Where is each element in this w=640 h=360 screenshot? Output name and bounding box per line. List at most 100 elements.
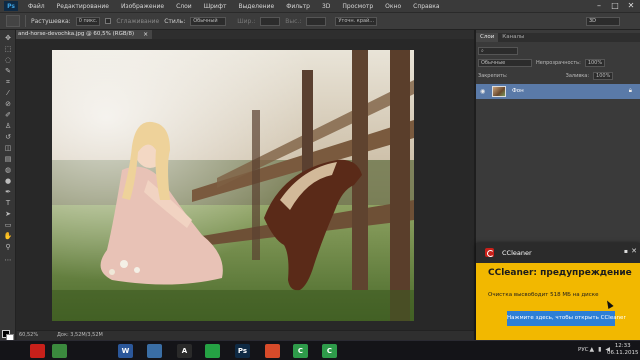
notification-title: CCleaner: предупреждение [488,268,632,278]
blur-tool-icon[interactable]: ◍ [3,166,13,175]
pin-icon[interactable]: ▪ [624,248,628,255]
style-label: Стиль: [164,17,186,25]
path-select-tool-icon[interactable]: ➤ [3,210,13,219]
brush-tool-icon[interactable]: ✐ [3,111,13,120]
layer-row-background[interactable]: ◉ Фон 🔒︎ [476,84,640,99]
close-icon[interactable]: ✕ [631,247,637,255]
move-tool-icon[interactable]: ✥ [3,34,13,43]
eraser-tool-icon[interactable]: ◫ [3,144,13,153]
window-controls: – □ ✕ [594,1,636,11]
menu-type[interactable]: Шрифт [198,3,233,10]
document-tab[interactable]: and-horse-devochka.jpg @ 60,5% (RGB/8) × [16,30,153,39]
quick-select-tool-icon[interactable]: ✎ [3,67,13,76]
gradient-tool-icon[interactable]: ▤ [3,155,13,164]
ccleaner-icon[interactable] [30,344,45,358]
language-indicator[interactable]: РУС [578,347,589,353]
word-icon[interactable]: W [118,344,133,358]
fill-input[interactable]: 100% [593,71,614,80]
camtasia-icon[interactable]: C [293,344,308,358]
layer-name: Фон [512,88,524,94]
pen-tool-icon[interactable]: ✒ [3,188,13,197]
menu-select[interactable]: Выделение [232,3,280,10]
photoshop-icon[interactable]: Ps [235,344,250,358]
open-ccleaner-button[interactable]: Нажмите здесь, чтобы открыть CCleaner [507,311,626,326]
maps-icon[interactable] [147,344,162,358]
mouse-cursor-icon [604,299,614,309]
whatsapp-icon[interactable] [205,344,220,358]
antialias-label: Сглаживание [116,17,160,25]
menu-file[interactable]: Файл [22,3,51,10]
menu-view[interactable]: Просмотр [336,3,379,10]
chrome-alt-icon[interactable] [265,344,280,358]
ccleaner-icon [485,248,494,257]
crop-tool-icon[interactable]: ⌗ [3,78,13,87]
options-bar: Растушевка: 0 пикс. Сглаживание Стиль: О… [0,12,640,30]
lasso-tool-icon[interactable]: ◌ [3,56,13,65]
opacity-input[interactable]: 100% [584,58,606,67]
minimize-icon[interactable]: – [594,1,604,11]
menu-bar: Ps Файл Редактирование Изображение Слои … [0,0,640,12]
clock[interactable]: 12:33 06.11.2015 [607,343,639,357]
close-tab-icon[interactable]: × [143,30,148,39]
type-tool-icon[interactable]: T [3,199,13,208]
canvas-area[interactable] [17,39,474,330]
document-size: Док: 3,52М/3,52М [57,332,103,338]
network-icon[interactable]: ▮ [598,346,601,353]
notification-message: Очистка высвободит 518 МБ на диске [488,292,599,298]
clock-date: 06.11.2015 [607,350,639,356]
more-tools-icon[interactable]: ⋯ [3,256,13,265]
healing-brush-tool-icon[interactable]: ⊘ [3,100,13,109]
layer-filter-select[interactable]: ⌕ [478,46,518,55]
menu-window[interactable]: Окно [379,3,407,10]
tab-layers[interactable]: Слои [476,33,499,42]
height-input[interactable] [306,16,327,26]
tray-arrow-icon[interactable]: ▲ [589,346,594,353]
refine-edge-button[interactable]: Уточн. край... [335,16,378,26]
menu-image[interactable]: Изображение [115,3,170,10]
divider [25,15,26,27]
close-icon[interactable]: ✕ [626,1,636,11]
marquee-tool-icon[interactable]: ⬚ [3,45,13,54]
height-label: Выс.: [285,17,302,25]
camtasia-recorder-icon[interactable]: C [322,344,337,358]
menu-filter[interactable]: Фильтр [280,3,316,10]
menu-layers[interactable]: Слои [170,3,198,10]
antialias-checkbox[interactable] [105,18,112,24]
panel-tabs: Слои Каналы [476,33,640,42]
shape-tool-icon[interactable]: ▭ [3,221,13,230]
zoom-level[interactable]: 60,52% [19,332,38,338]
style-select[interactable]: Обычный [190,16,227,26]
ccleaner-notification[interactable]: CCleaner ▪ ✕ CCleaner: предупреждение Оч… [476,243,640,340]
blend-mode-select[interactable]: Обычные [478,58,532,67]
document-tab-title: and-horse-devochka.jpg @ 60,5% (RGB/8) [18,31,135,37]
notification-header: CCleaner ▪ ✕ [476,243,640,263]
marquee-tool-preset[interactable] [6,15,20,27]
clone-stamp-tool-icon[interactable]: ♙ [3,122,13,131]
blend-row: Обычные Непрозрачность: 100% [478,57,636,68]
photo-girl-with-horse [52,50,414,321]
workspace-select[interactable]: 3D [586,17,620,26]
clock-time: 12:33 [614,343,631,349]
feather-input[interactable]: 0 пикс. [75,16,101,26]
lock-row: Закрепить: Заливка: 100% [478,70,636,81]
text-editor-icon[interactable]: A [177,344,192,358]
document-tabs: and-horse-devochka.jpg @ 60,5% (RGB/8) × [16,30,474,39]
document-image[interactable] [52,50,414,321]
eyedropper-tool-icon[interactable]: ⁄ [3,89,13,98]
visibility-eye-icon[interactable]: ◉ [480,88,485,95]
opacity-label: Непрозрачность: [536,59,581,66]
feather-label: Растушевка: [31,17,71,25]
menu-help[interactable]: Справка [407,3,445,10]
width-input[interactable] [260,16,281,26]
menu-3d[interactable]: 3D [316,3,336,10]
layer-thumbnail [492,86,506,97]
taskbar: W A Ps C C ▲ ▮ ◀ РУС 12:33 06.11.2015 [0,340,640,360]
history-brush-tool-icon[interactable]: ↺ [3,133,13,142]
dodge-tool-icon[interactable]: ● [3,177,13,186]
hand-tool-icon[interactable]: ✋ [3,232,13,241]
maximize-icon[interactable]: □ [610,1,620,11]
chrome-icon[interactable] [52,344,67,358]
zoom-tool-icon[interactable]: ⚲ [3,243,13,252]
tab-channels[interactable]: Каналы [498,33,528,42]
menu-edit[interactable]: Редактирование [51,3,115,10]
